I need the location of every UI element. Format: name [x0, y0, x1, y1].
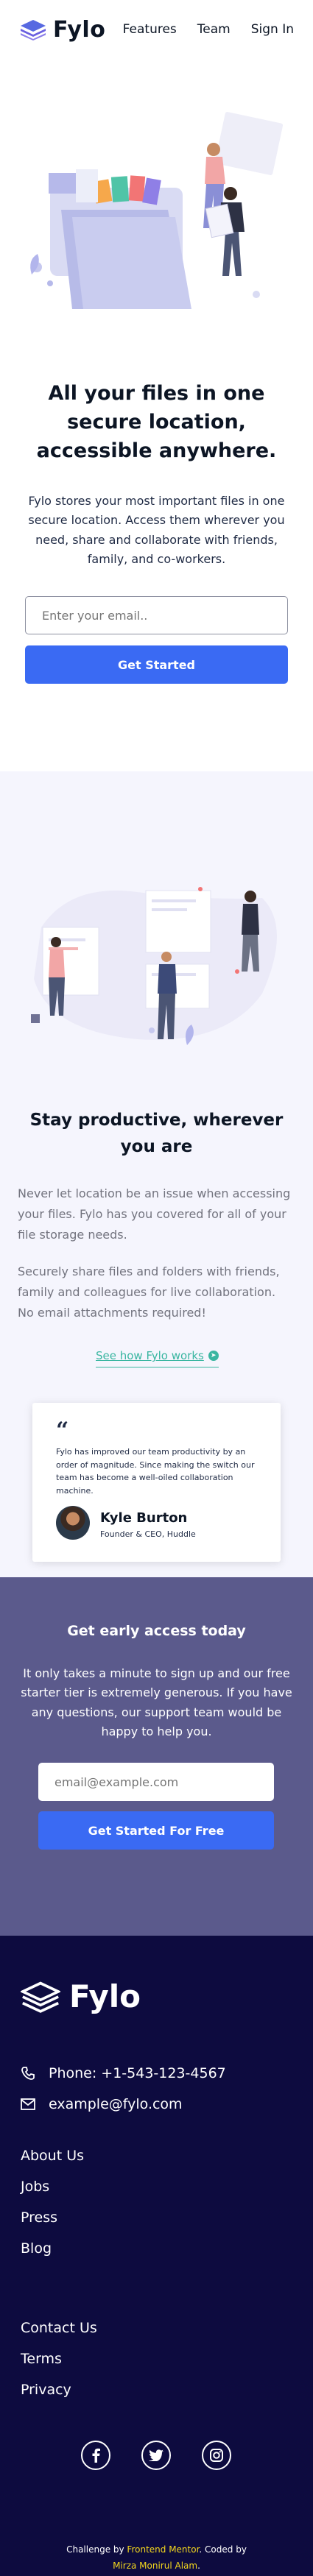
footer-link-contact[interactable]: Contact Us [21, 2320, 97, 2336]
footer-link-terms[interactable]: Terms [21, 2351, 62, 2367]
nav-features[interactable]: Features [123, 22, 177, 37]
hero-text: Fylo stores your most important files in… [28, 494, 285, 567]
testimonial-name: Kyle Burton [100, 1510, 188, 1526]
logo-icon [21, 20, 46, 40]
attribution-suffix: . [197, 2561, 200, 2572]
page: Fylo Features Team Sign In All your file… [0, 0, 313, 2576]
attribution-mid: . Coded by [199, 2544, 247, 2555]
logo-text: Fylo [53, 16, 106, 43]
avatar [56, 1506, 90, 1540]
productive-illustration [31, 887, 277, 1045]
arrow-right-icon: ➤ [208, 1351, 219, 1361]
footer-logo[interactable]: Fylo [21, 1978, 141, 2014]
productive-title: Stay productive, wherever you are [29, 1111, 284, 1156]
see-how-link-label: See how Fylo works [96, 1349, 204, 1362]
frontend-mentor-link[interactable]: Frontend Mentor [127, 2544, 199, 2555]
main-nav: Features Team Sign In [123, 22, 294, 37]
hero-email-input[interactable] [25, 596, 288, 634]
logo[interactable]: Fylo [19, 17, 105, 43]
productive-paragraph-1: Never let location be an issue when acce… [18, 1186, 291, 1242]
nav-team[interactable]: Team [197, 22, 231, 37]
see-how-link[interactable]: See how Fylo works ➤ [96, 1349, 219, 1367]
testimonial-card: “ Fylo has improved our team productivit… [32, 1403, 281, 1562]
nav-sign-in[interactable]: Sign In [251, 22, 294, 37]
email-icon [21, 2098, 35, 2110]
hero-title: All your files in one secure location, a… [36, 382, 277, 463]
footer-link-about[interactable]: About Us [21, 2148, 84, 2164]
instagram-icon[interactable] [202, 2441, 231, 2470]
early-email-input[interactable] [38, 1763, 274, 1801]
footer-phone-text: Phone: +1-543-123-4567 [49, 2065, 226, 2081]
phone-icon [21, 2067, 35, 2080]
footer-logo-text: Fylo [69, 1978, 141, 2014]
early-access-title: Get early access today [67, 1623, 246, 1639]
get-started-free-button[interactable]: Get Started For Free [38, 1811, 274, 1850]
testimonial-role: Founder & CEO, Huddle [100, 1529, 196, 1539]
footer-link-jobs[interactable]: Jobs [21, 2179, 49, 2195]
attribution-prefix: Challenge by [66, 2544, 127, 2555]
footer-email-text: example@fylo.com [49, 2096, 183, 2112]
footer-logo-icon [21, 1981, 60, 2013]
twitter-icon[interactable] [141, 2441, 171, 2470]
get-started-button[interactable]: Get Started [25, 645, 288, 684]
footer-link-press[interactable]: Press [21, 2209, 57, 2226]
footer-link-blog[interactable]: Blog [21, 2240, 52, 2257]
facebook-icon[interactable] [81, 2441, 110, 2470]
hero-illustration [30, 112, 284, 309]
footer-phone[interactable]: Phone: +1-543-123-4567 [21, 2065, 226, 2081]
site-header: Fylo Features Team Sign In [0, 0, 313, 59]
footer-link-privacy[interactable]: Privacy [21, 2382, 71, 2398]
productive-paragraph-2: Securely share files and folders with fr… [18, 1264, 280, 1320]
attribution: Challenge by Frontend Mentor. Coded by M… [0, 2541, 313, 2574]
author-link[interactable]: Mirza Monirul Alam [113, 2561, 197, 2571]
footer-email[interactable]: example@fylo.com [21, 2096, 183, 2112]
early-access-text: It only takes a minute to sign up and ou… [21, 1666, 292, 1739]
quote-icon: “ [56, 1418, 69, 1443]
testimonial-text: Fylo has improved our team productivity … [56, 1447, 255, 1496]
